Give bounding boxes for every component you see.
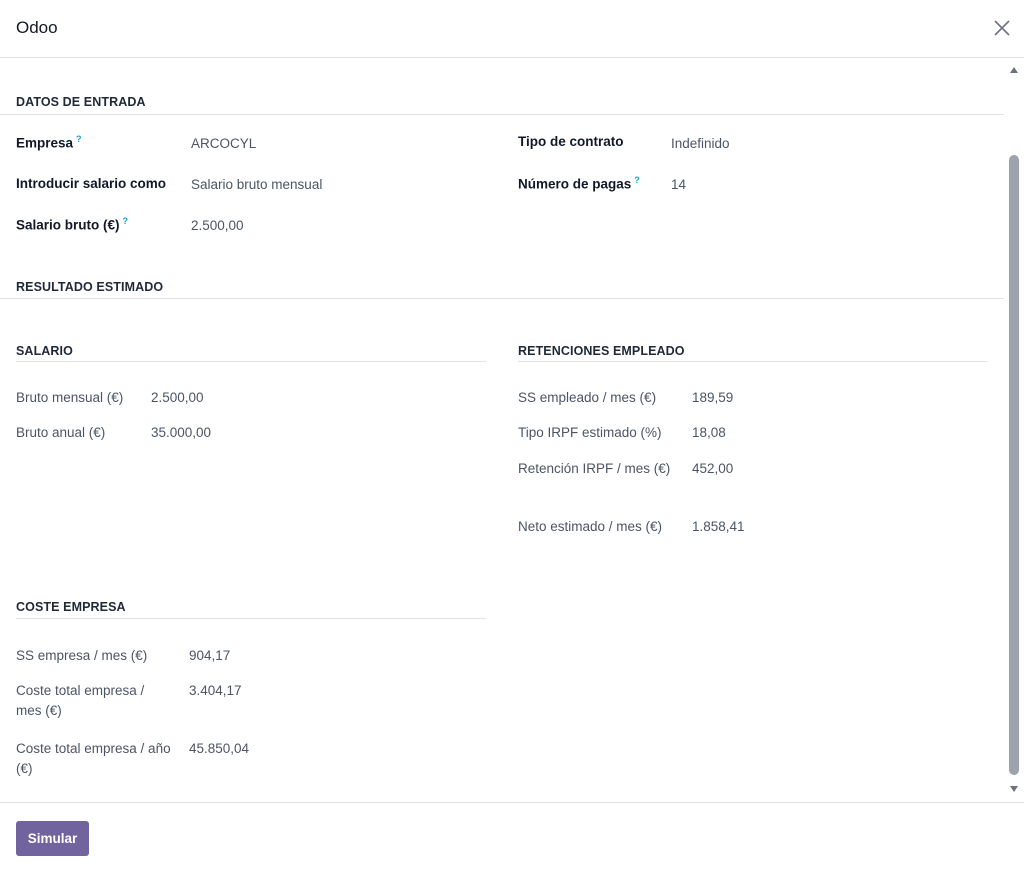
salario-bruto-field[interactable]: 2.500,00	[191, 218, 244, 233]
coste-group-divider	[16, 618, 486, 619]
scrollbar[interactable]	[1005, 59, 1024, 802]
neto-estimado-label: Neto estimado / mes (€)	[518, 519, 663, 534]
retenciones-group-title: RETENCIONES EMPLEADO	[518, 344, 685, 358]
result-section-title: RESULTADO ESTIMADO	[16, 280, 164, 294]
bruto-mensual-value: 2.500,00	[151, 390, 204, 405]
tipo-irpf-value: 18,08	[692, 425, 726, 440]
help-icon[interactable]: ?	[76, 134, 82, 144]
dialog-header: Odoo	[0, 0, 1024, 58]
ss-empresa-value: 904,17	[189, 648, 231, 663]
help-icon[interactable]: ?	[634, 175, 640, 185]
bruto-mensual-label: Bruto mensual (€)	[16, 390, 124, 405]
retencion-irpf-value: 452,00	[692, 461, 734, 476]
salario-bruto-label: Salario bruto (€)?	[16, 216, 129, 233]
coste-group-title: COSTE EMPRESA	[16, 600, 126, 614]
coste-total-mes-label: Coste total empresa / mes (€)	[16, 683, 145, 718]
simulate-button[interactable]: Simular	[16, 821, 89, 856]
close-icon[interactable]	[990, 16, 1014, 40]
tipo-contrato-label: Tipo de contrato	[518, 134, 624, 149]
neto-estimado-value: 1.858,41	[692, 519, 745, 534]
salario-como-field[interactable]: Salario bruto mensual	[191, 177, 322, 192]
retencion-irpf-label: Retención IRPF / mes (€)	[518, 461, 671, 476]
input-section-divider	[0, 114, 1004, 115]
salario-group-divider	[16, 361, 486, 362]
bruto-anual-value: 35.000,00	[151, 425, 212, 440]
dialog-title: Odoo	[16, 18, 58, 37]
coste-total-mes-value: 3.404,17	[189, 683, 242, 698]
help-icon[interactable]: ?	[123, 216, 129, 226]
dialog-footer: Simular	[0, 802, 1024, 870]
empresa-label: Empresa?	[16, 134, 82, 151]
ss-empresa-label: SS empresa / mes (€)	[16, 648, 148, 663]
ss-empleado-label: SS empleado / mes (€)	[518, 390, 657, 405]
tipo-irpf-label: Tipo IRPF estimado (%)	[518, 425, 662, 440]
salario-como-label: Introducir salario como	[16, 176, 167, 191]
coste-total-ano-value: 45.850,04	[189, 741, 250, 756]
input-section-title: DATOS DE ENTRADA	[16, 95, 146, 109]
result-section-divider	[0, 298, 1004, 299]
tipo-contrato-field[interactable]: Indefinido	[671, 136, 730, 151]
dialog-body: DATOS DE ENTRADA Empresa? ARCOCYL Introd…	[0, 59, 1004, 802]
scroll-down-arrow-icon[interactable]	[1010, 786, 1018, 792]
scroll-up-arrow-icon[interactable]	[1010, 67, 1018, 73]
empresa-field[interactable]: ARCOCYL	[191, 136, 256, 151]
bruto-anual-label: Bruto anual (€)	[16, 425, 106, 440]
numero-pagas-label: Número de pagas?	[518, 175, 640, 192]
coste-total-ano-label: Coste total empresa / año (€)	[16, 741, 171, 776]
retenciones-group-divider	[518, 361, 987, 362]
salario-group-title: SALARIO	[16, 344, 73, 358]
ss-empleado-value: 189,59	[692, 390, 734, 405]
numero-pagas-field[interactable]: 14	[671, 177, 686, 192]
scrollbar-thumb[interactable]	[1009, 155, 1019, 775]
